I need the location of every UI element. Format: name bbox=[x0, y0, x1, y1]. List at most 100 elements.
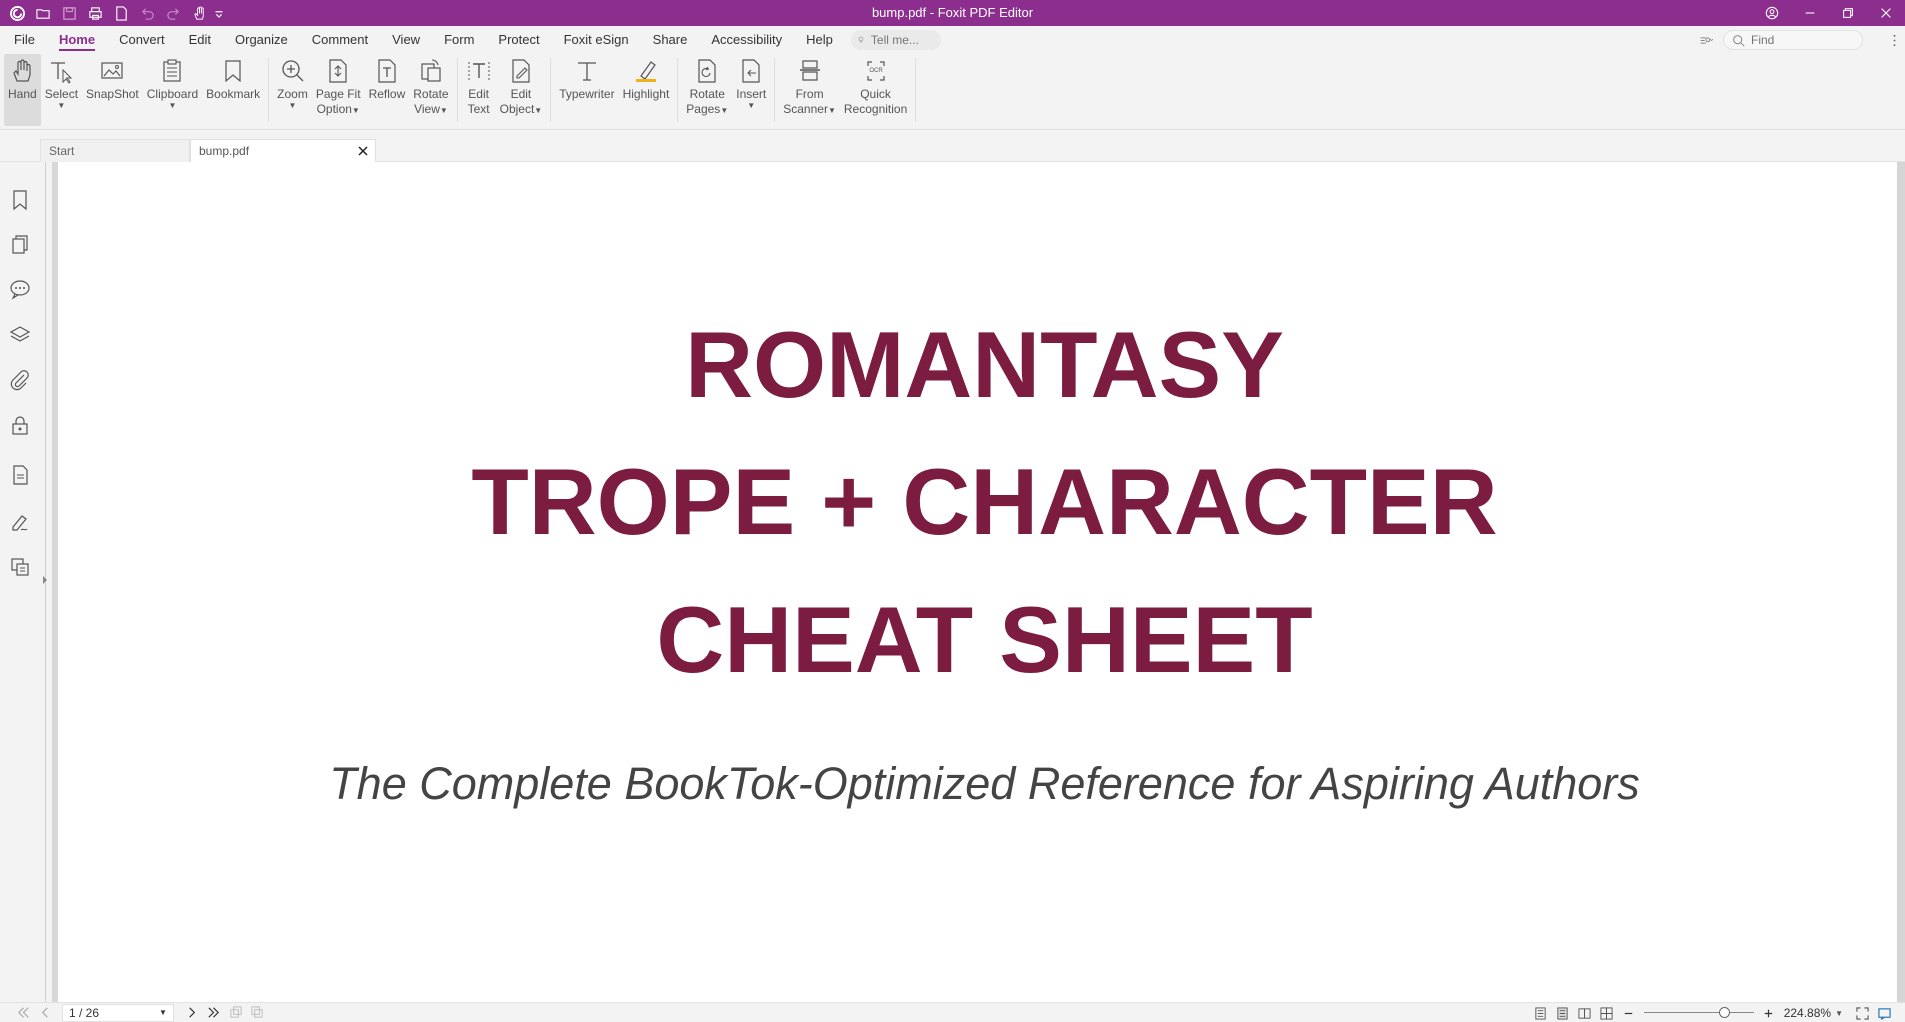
zoom-in-icon[interactable] bbox=[1758, 1003, 1780, 1022]
comments-panel-icon[interactable] bbox=[9, 278, 31, 300]
rotate-pages-icon bbox=[698, 59, 716, 83]
typewriter-icon bbox=[577, 62, 596, 81]
security-panel-icon[interactable] bbox=[9, 414, 31, 436]
page-fit-label-2: Option▼ bbox=[316, 102, 360, 116]
continuous-view-icon[interactable] bbox=[1552, 1003, 1574, 1022]
reflow-icon bbox=[378, 59, 396, 83]
select-dropdown-icon[interactable]: ▼ bbox=[57, 102, 65, 110]
page-fit-option-button[interactable]: Page Fit Option▼ bbox=[312, 54, 365, 126]
hand-button[interactable]: Hand bbox=[4, 54, 41, 126]
tab-close-icon[interactable] bbox=[357, 145, 369, 157]
rotate-view-button[interactable]: Rotate View▼ bbox=[409, 54, 452, 126]
minimize-icon[interactable] bbox=[1791, 0, 1829, 26]
content-panel-icon[interactable] bbox=[9, 464, 31, 486]
single-page-view-icon[interactable] bbox=[1530, 1003, 1552, 1022]
menu-comment[interactable]: Comment bbox=[300, 26, 380, 54]
bookmarks-panel-icon[interactable] bbox=[9, 189, 31, 211]
zoom-dropdown-icon[interactable]: ▼ bbox=[289, 102, 297, 110]
expand-panel-icon[interactable] bbox=[42, 575, 48, 585]
page-dropdown-icon[interactable]: ▼ bbox=[159, 1008, 167, 1017]
first-page-icon[interactable] bbox=[12, 1003, 34, 1022]
bookmark-button[interactable]: Bookmark bbox=[202, 54, 264, 126]
pages-panel-icon[interactable] bbox=[9, 234, 31, 256]
menu-accessibility[interactable]: Accessibility bbox=[699, 26, 794, 54]
undo-icon[interactable] bbox=[134, 0, 160, 26]
customize-icon[interactable] bbox=[212, 0, 226, 26]
quick-recognition-label-2: Recognition bbox=[843, 102, 908, 116]
rotate-pages-button[interactable]: Rotate Pages▼ bbox=[682, 54, 732, 126]
signature-panel-icon[interactable] bbox=[9, 511, 31, 533]
full-screen-icon[interactable] bbox=[1851, 1003, 1873, 1022]
tell-me-box[interactable] bbox=[850, 30, 941, 50]
clipboard-dropdown-icon[interactable]: ▼ bbox=[168, 102, 176, 110]
find-input[interactable] bbox=[1751, 33, 1851, 47]
close-icon[interactable] bbox=[1867, 0, 1905, 26]
ribbon-separator bbox=[774, 58, 776, 122]
last-page-icon[interactable] bbox=[202, 1003, 224, 1022]
layers-panel-icon[interactable] bbox=[9, 324, 31, 346]
foxit-logo-icon[interactable] bbox=[4, 0, 30, 26]
next-page-icon[interactable] bbox=[180, 1003, 202, 1022]
zoom-out-icon[interactable] bbox=[1618, 1003, 1640, 1022]
view-controls: 224.88% ▼ bbox=[1530, 1003, 1905, 1022]
menu-organize[interactable]: Organize bbox=[223, 26, 300, 54]
menu-edit[interactable]: Edit bbox=[177, 26, 223, 54]
more-options-icon[interactable] bbox=[1883, 30, 1905, 50]
menu-right-tools bbox=[1689, 26, 1905, 54]
menu-foxit-esign[interactable]: Foxit eSign bbox=[552, 26, 641, 54]
compare-panel-icon[interactable] bbox=[9, 556, 31, 578]
continuous-facing-view-icon[interactable] bbox=[1596, 1003, 1618, 1022]
insert-button[interactable]: Insert ▼ bbox=[732, 54, 770, 126]
menu-protect[interactable]: Protect bbox=[486, 26, 551, 54]
menu-convert[interactable]: Convert bbox=[107, 26, 177, 54]
hand-tool-icon[interactable] bbox=[186, 0, 212, 26]
account-icon[interactable] bbox=[1753, 0, 1791, 26]
edit-object-button[interactable]: Edit Object▼ bbox=[496, 54, 547, 126]
title-bar: bump.pdf - Foxit PDF Editor bbox=[0, 0, 1905, 26]
menu-help[interactable]: Help bbox=[794, 26, 845, 54]
zoom-slider[interactable] bbox=[1643, 1003, 1754, 1022]
zoom-dropdown-icon[interactable]: ▼ bbox=[1835, 1009, 1843, 1018]
bookmark-icon bbox=[225, 60, 241, 83]
insert-dropdown-icon[interactable]: ▼ bbox=[747, 102, 755, 110]
next-view-icon[interactable] bbox=[246, 1003, 268, 1022]
snapshot-button[interactable]: SnapShot bbox=[82, 54, 143, 126]
menu-form[interactable]: Form bbox=[432, 26, 486, 54]
search-options-icon[interactable] bbox=[1689, 30, 1723, 50]
restore-icon[interactable] bbox=[1829, 0, 1867, 26]
tab-start[interactable]: Start bbox=[40, 139, 190, 162]
menu-view[interactable]: View bbox=[380, 26, 432, 54]
menu-home[interactable]: Home bbox=[47, 26, 107, 54]
previous-view-icon[interactable] bbox=[224, 1003, 246, 1022]
quick-recognition-button[interactable]: OCR Quick Recognition bbox=[840, 54, 911, 126]
vertical-scrollbar[interactable] bbox=[1897, 162, 1905, 1002]
find-box[interactable] bbox=[1723, 30, 1863, 50]
edit-text-button[interactable]: Edit Text bbox=[462, 54, 496, 126]
page-number-box[interactable]: ▼ bbox=[62, 1003, 174, 1022]
feedback-icon[interactable] bbox=[1873, 1003, 1895, 1022]
document-view[interactable]: ROMANTASY TROPE + CHARACTER CHEAT SHEET … bbox=[52, 162, 1905, 1002]
redo-icon[interactable] bbox=[160, 0, 186, 26]
tell-me-input[interactable] bbox=[870, 33, 931, 47]
typewriter-button[interactable]: Typewriter bbox=[555, 54, 618, 126]
save-icon[interactable] bbox=[56, 0, 82, 26]
highlight-button[interactable]: Highlight bbox=[619, 54, 674, 126]
from-scanner-button[interactable]: From Scanner▼ bbox=[779, 54, 840, 126]
menu-share[interactable]: Share bbox=[641, 26, 700, 54]
attachments-panel-icon[interactable] bbox=[9, 369, 31, 391]
facing-view-icon[interactable] bbox=[1574, 1003, 1596, 1022]
zoom-button[interactable]: Zoom ▼ bbox=[273, 54, 312, 126]
new-icon[interactable] bbox=[108, 0, 134, 26]
clipboard-button[interactable]: Clipboard ▼ bbox=[143, 54, 202, 126]
open-icon[interactable] bbox=[30, 0, 56, 26]
tab-start-label: Start bbox=[49, 144, 75, 158]
menu-file[interactable]: File bbox=[0, 26, 47, 54]
zoom-slider-thumb[interactable] bbox=[1718, 1007, 1730, 1018]
zoom-level[interactable]: 224.88% bbox=[1780, 1006, 1835, 1020]
select-button[interactable]: Select ▼ bbox=[41, 54, 82, 126]
page-number-input[interactable] bbox=[69, 1005, 159, 1020]
print-icon[interactable] bbox=[82, 0, 108, 26]
tab-bump-pdf[interactable]: bump.pdf bbox=[190, 139, 376, 162]
reflow-button[interactable]: Reflow bbox=[365, 54, 410, 126]
previous-page-icon[interactable] bbox=[34, 1003, 56, 1022]
